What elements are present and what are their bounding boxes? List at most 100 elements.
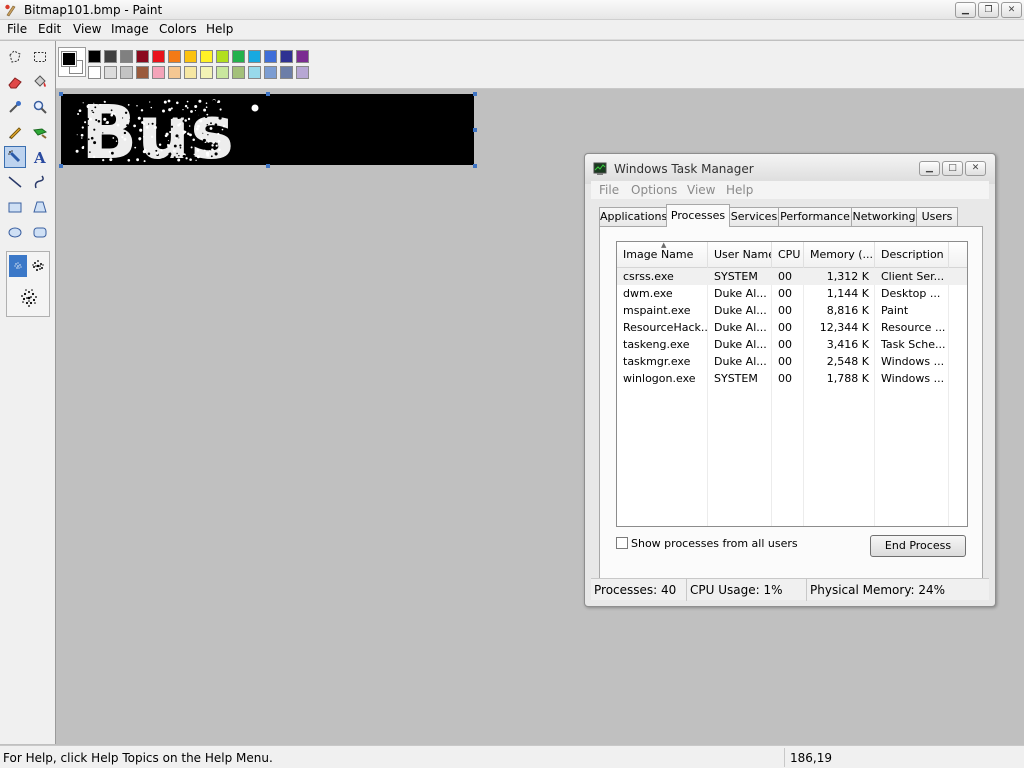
color-swatch[interactable] [280,50,293,63]
col-header-memory[interactable]: Memory (... [804,242,875,268]
menu-view[interactable]: View [73,22,101,36]
tab-networking[interactable]: Networking [851,207,917,226]
color-swatch[interactable] [120,66,133,79]
resize-handle-bottom[interactable] [266,164,270,168]
spray-size-small[interactable] [9,255,27,277]
color-swatch[interactable] [296,66,309,79]
color-swatch[interactable] [120,50,133,63]
color-swatch[interactable] [104,66,117,79]
cell-memory: 12,344 K [819,321,869,334]
color-swatch[interactable] [264,50,277,63]
menu-help[interactable]: Help [206,22,233,36]
color-swatch[interactable] [88,50,101,63]
cell-image: mspaint.exe [623,304,691,317]
spray-size-medium[interactable] [29,255,47,277]
free-select-tool[interactable] [4,46,26,68]
table-row[interactable]: dwm.exe Duke Al... 00 1,144 K Desktop ... [617,285,967,302]
color-swatch[interactable] [152,66,165,79]
menu-edit[interactable]: Edit [38,22,61,36]
tm-menu-view[interactable]: View [687,183,715,197]
resize-handle-br[interactable] [473,164,477,168]
color-swatch[interactable] [184,50,197,63]
foreground-color[interactable] [61,51,77,67]
task-manager-titlebar[interactable]: Windows Task Manager ▁ □ ✕ [585,154,995,184]
line-tool[interactable] [4,171,26,193]
tab-processes[interactable]: Processes [666,204,730,227]
tab-services[interactable]: Services [729,207,779,226]
rounded-rect-tool[interactable] [29,221,51,243]
color-swatch[interactable] [136,66,149,79]
menu-colors[interactable]: Colors [159,22,197,36]
show-all-checkbox[interactable] [616,537,628,549]
tab-applications[interactable]: Applications [599,207,667,226]
tm-maximize-button[interactable]: □ [942,161,963,176]
tab-users[interactable]: Users [916,207,958,226]
col-header-image-name[interactable]: ▲ Image Name [617,242,708,268]
tm-minimize-button[interactable]: ▁ [919,161,940,176]
color-swatch[interactable] [200,66,213,79]
tm-menu-file[interactable]: File [599,183,619,197]
color-swatch[interactable] [104,50,117,63]
rectangle-tool[interactable] [4,196,26,218]
task-manager-window[interactable]: Windows Task Manager ▁ □ ✕ File Options … [584,153,996,607]
table-row[interactable]: csrss.exe SYSTEM 00 1,312 K Client Ser... [617,268,967,285]
color-swatch[interactable] [296,50,309,63]
current-colors[interactable] [58,47,86,77]
color-swatch[interactable] [168,50,181,63]
curve-tool[interactable] [29,171,51,193]
resize-handle-bl[interactable] [59,164,63,168]
drawing-canvas[interactable]: Bus [61,94,474,165]
rect-select-tool[interactable] [29,46,51,68]
text-tool[interactable]: A [29,146,51,168]
menu-image[interactable]: Image [111,22,149,36]
table-row[interactable]: taskeng.exe Duke Al... 00 3,416 K Task Sche.… [617,336,967,353]
color-swatch[interactable] [152,50,165,63]
polygon-tool[interactable] [29,196,51,218]
tm-close-button[interactable]: ✕ [965,161,986,176]
color-picker-tool[interactable] [4,96,26,118]
color-swatch[interactable] [264,66,277,79]
color-swatch[interactable] [216,66,229,79]
end-process-button[interactable]: End Process [870,535,966,557]
eraser-tool[interactable] [4,71,26,93]
resize-handle-tl[interactable] [59,92,63,96]
color-swatch[interactable] [88,66,101,79]
airbrush-tool[interactable] [4,146,26,168]
brush-tool[interactable] [29,121,51,143]
color-swatch[interactable] [280,66,293,79]
ellipse-tool[interactable] [4,221,26,243]
color-swatch[interactable] [232,66,245,79]
color-swatch[interactable] [248,50,261,63]
color-swatch[interactable] [184,66,197,79]
tm-menu-options[interactable]: Options [631,183,677,197]
menu-file[interactable]: File [7,22,27,36]
pencil-tool[interactable] [4,121,26,143]
table-row[interactable]: winlogon.exe SYSTEM 00 1,788 K Windows ... [617,370,967,387]
table-row[interactable]: mspaint.exe Duke Al... 00 8,816 K Paint [617,302,967,319]
color-swatch[interactable] [200,50,213,63]
fill-tool[interactable] [29,71,51,93]
col-header-cpu[interactable]: CPU [772,242,804,268]
show-all-processes-toggle[interactable]: Show processes from all users [616,537,798,550]
col-header-user-name[interactable]: User Name [708,242,772,268]
color-swatch[interactable] [248,66,261,79]
spray-size-large[interactable] [17,284,41,312]
color-swatch[interactable] [168,66,181,79]
table-row[interactable]: ResourceHack... Duke Al... 00 12,344 K Resou… [617,319,967,336]
col-header-description[interactable]: Description [875,242,949,268]
spray-large-icon [21,289,37,307]
process-list[interactable]: ▲ Image Name User Name CPU Memory (... D… [616,241,968,527]
close-button[interactable]: ✕ [1001,2,1022,18]
table-row[interactable]: taskmgr.exe Duke Al... 00 2,548 K Windows ..… [617,353,967,370]
color-swatch[interactable] [232,50,245,63]
tab-performance[interactable]: Performance [778,207,852,226]
maximize-button[interactable]: ❐ [978,2,999,18]
resize-handle-right[interactable] [473,128,477,132]
minimize-button[interactable]: ▁ [955,2,976,18]
color-swatch[interactable] [136,50,149,63]
color-swatch[interactable] [216,50,229,63]
resize-handle-top[interactable] [266,92,270,96]
magnifier-tool[interactable] [29,96,51,118]
resize-handle-tr[interactable] [473,92,477,96]
tm-menu-help[interactable]: Help [726,183,753,197]
